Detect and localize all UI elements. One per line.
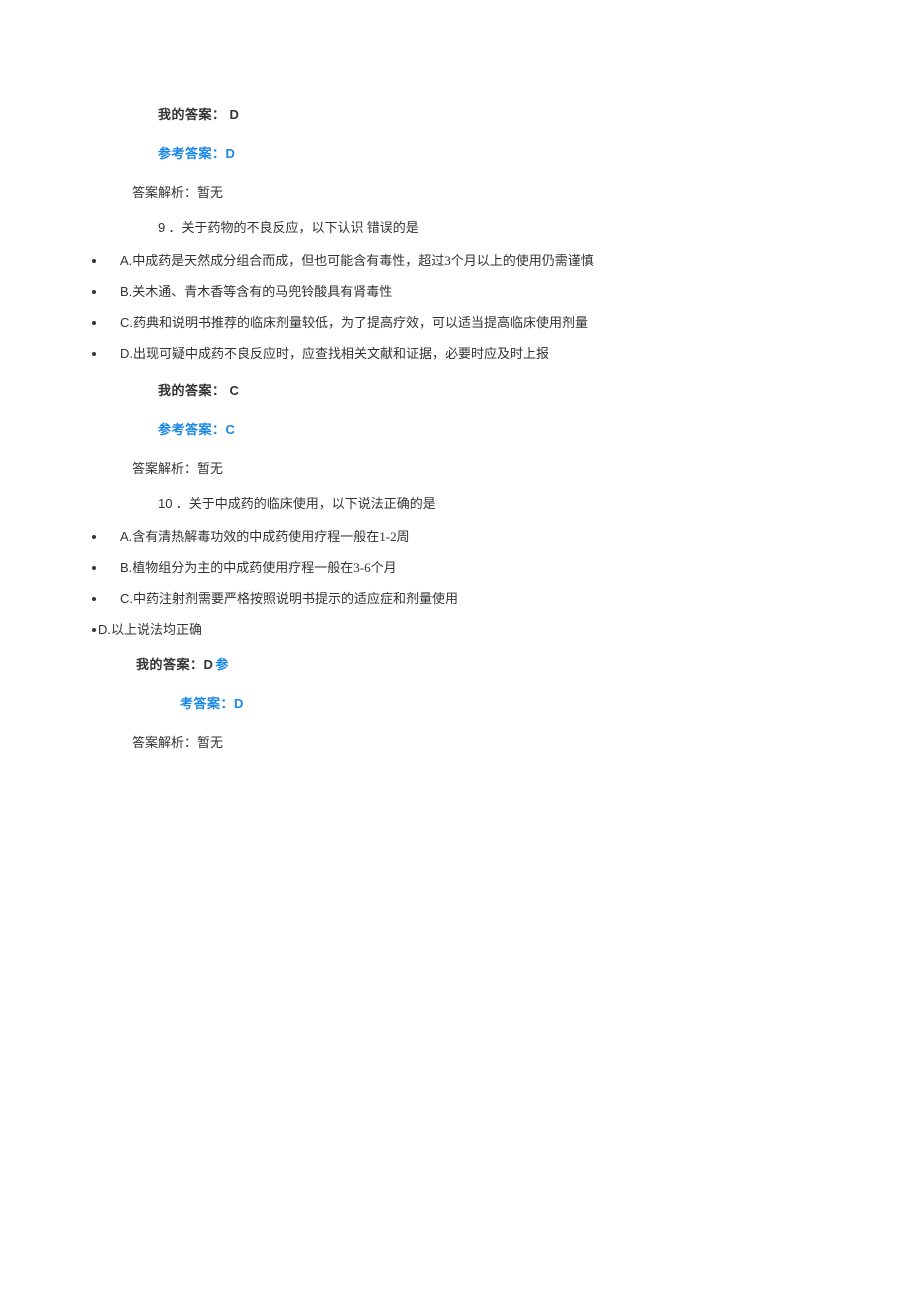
bullet-icon	[92, 290, 96, 294]
ref-answer-value: D	[234, 696, 244, 711]
question-9: 9 ．关于药物的不良反应，以下认识 错误的是	[158, 217, 920, 236]
bullet-icon	[92, 597, 96, 601]
option-letter: D.	[120, 346, 133, 361]
ref-answer-q10: 考答案：D	[180, 693, 920, 712]
option-letter: C.	[120, 591, 133, 606]
bullet-icon	[92, 628, 96, 632]
q9-option-d: D.出现可疑中成药不良反应时，应查找相关文献和证据，必要时应及时上报	[92, 343, 920, 362]
q10-option-a: A.含有清热解毒功效的中成药使用疗程一般在1-2周	[92, 526, 920, 545]
q9-option-b: B.关木通、青木香等含有的马兜铃酸具有肾毒性	[92, 281, 920, 300]
my-answer-value: C	[230, 383, 240, 398]
ref-answer-value: C	[226, 422, 236, 437]
question-10: 10 ．关于中成药的临床使用，以下说法正确的是	[158, 493, 920, 512]
bullet-icon	[92, 535, 96, 539]
my-answer-value: D	[230, 107, 240, 122]
my-answer-label: 我的答案：	[136, 657, 204, 672]
option-text: 关木通、青木香等含有的马兜铃酸具有肾毒性	[132, 284, 392, 299]
my-answer-block1: 我的答案： D	[158, 104, 920, 123]
q10-option-c: C.中药注射剂需要严格按照说明书提示的适应症和剂量使用	[92, 588, 920, 607]
bullet-icon	[92, 321, 96, 325]
question-text: ．关于中成药的临床使用，以下说法正确的是	[172, 496, 435, 511]
q9-option-a: A.中成药是天然成分组合而成，但也可能含有毒性，超过3个月以上的使用仍需谨慎	[92, 250, 920, 269]
option-text: 出现可疑中成药不良反应时，应查找相关文献和证据，必要时应及时上报	[133, 346, 549, 361]
q9-option-c: C.药典和说明书推荐的临床剂量较低，为了提高疗效，可以适当提高临床使用剂量	[92, 312, 920, 331]
option-text: 中药注射剂需要严格按照说明书提示的适应症和剂量使用	[133, 591, 458, 606]
my-answer-label: 我的答案：	[158, 383, 226, 398]
option-letter: A.	[120, 529, 132, 544]
option-letter: D.	[98, 622, 111, 637]
option-text: 含有清热解毒功效的中成药使用疗程一般在1-2周	[132, 529, 409, 544]
ref-answer-q9: 参考答案：C	[158, 419, 920, 438]
option-text: 中成药是天然成分组合而成，但也可能含有毒性，超过3个月以上的使用仍需谨慎	[132, 253, 594, 268]
bullet-icon	[92, 259, 96, 263]
option-text: 药典和说明书推荐的临床剂量较低，为了提高疗效，可以适当提高临床使用剂量	[133, 315, 588, 330]
ref-answer-label: 参考答案：	[158, 422, 226, 437]
q10-option-d: D.以上说法均正确	[92, 619, 920, 638]
ref-answer-label: 考答案：	[180, 696, 234, 711]
option-text: 植物组分为主的中成药使用疗程一般在3-6个月	[132, 560, 396, 575]
explanation-q9: 答案解析：暂无	[132, 458, 920, 477]
option-letter: C.	[120, 315, 133, 330]
bullet-icon	[92, 566, 96, 570]
option-text: 以上说法均正确	[111, 622, 202, 637]
my-answer-value: D	[204, 657, 214, 672]
ref-answer-block1: 参考答案：D	[158, 143, 920, 162]
bullet-icon	[92, 352, 96, 356]
question-number: 10	[158, 496, 172, 511]
my-answer-q10: 我的答案：D参	[136, 654, 920, 673]
q10-option-b: B.植物组分为主的中成药使用疗程一般在3-6个月	[92, 557, 920, 576]
explanation-block1: 答案解析：暂无	[132, 182, 920, 201]
ref-answer-label: 参考答案：	[158, 146, 226, 161]
my-answer-label: 我的答案：	[158, 107, 226, 122]
explanation-q10: 答案解析：暂无	[132, 732, 920, 751]
option-letter: A.	[120, 253, 132, 268]
option-letter: B.	[120, 560, 132, 575]
ref-answer-value: D	[226, 146, 236, 161]
my-answer-q9: 我的答案： C	[158, 380, 920, 399]
option-letter: B.	[120, 284, 132, 299]
ref-suffix: 参	[215, 657, 229, 672]
question-text: ．关于药物的不良反应，以下认识 错误的是	[165, 220, 419, 235]
